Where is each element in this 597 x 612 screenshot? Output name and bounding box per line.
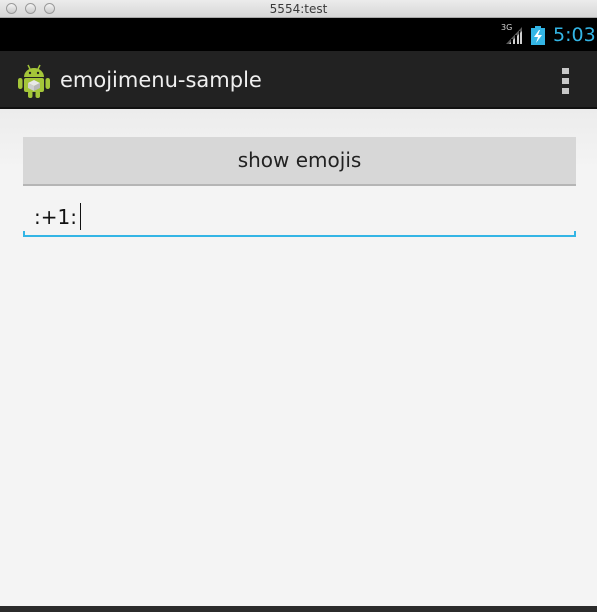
emulator-window: 5554:test 3G 5:03 emojimenu-sample show … (0, 0, 597, 612)
battery-charging-icon (531, 26, 545, 45)
window-titlebar: 5554:test (0, 0, 597, 18)
main-content: show emojis :+1: (0, 109, 597, 606)
android-status-bar: 3G 5:03 (0, 18, 597, 51)
edit-text-tick-right (574, 231, 576, 237)
signal-bars-icon (506, 27, 522, 44)
edit-text-value: :+1: (34, 203, 81, 230)
edit-text-underline (23, 235, 576, 237)
emoji-edit-text[interactable]: :+1: (23, 197, 576, 237)
overflow-menu-icon[interactable] (560, 66, 572, 96)
edit-text-content: :+1: (34, 205, 77, 229)
android-robot-icon[interactable] (17, 63, 51, 99)
window-bottom-edge (0, 606, 597, 612)
app-title: emojimenu-sample (60, 68, 262, 92)
status-clock: 5:03 (553, 24, 596, 46)
text-cursor (79, 203, 81, 230)
edit-text-tick-left (23, 231, 25, 237)
window-title: 5554:test (269, 2, 328, 16)
action-bar: emojimenu-sample (0, 51, 597, 109)
show-emojis-button[interactable]: show emojis (23, 137, 576, 186)
